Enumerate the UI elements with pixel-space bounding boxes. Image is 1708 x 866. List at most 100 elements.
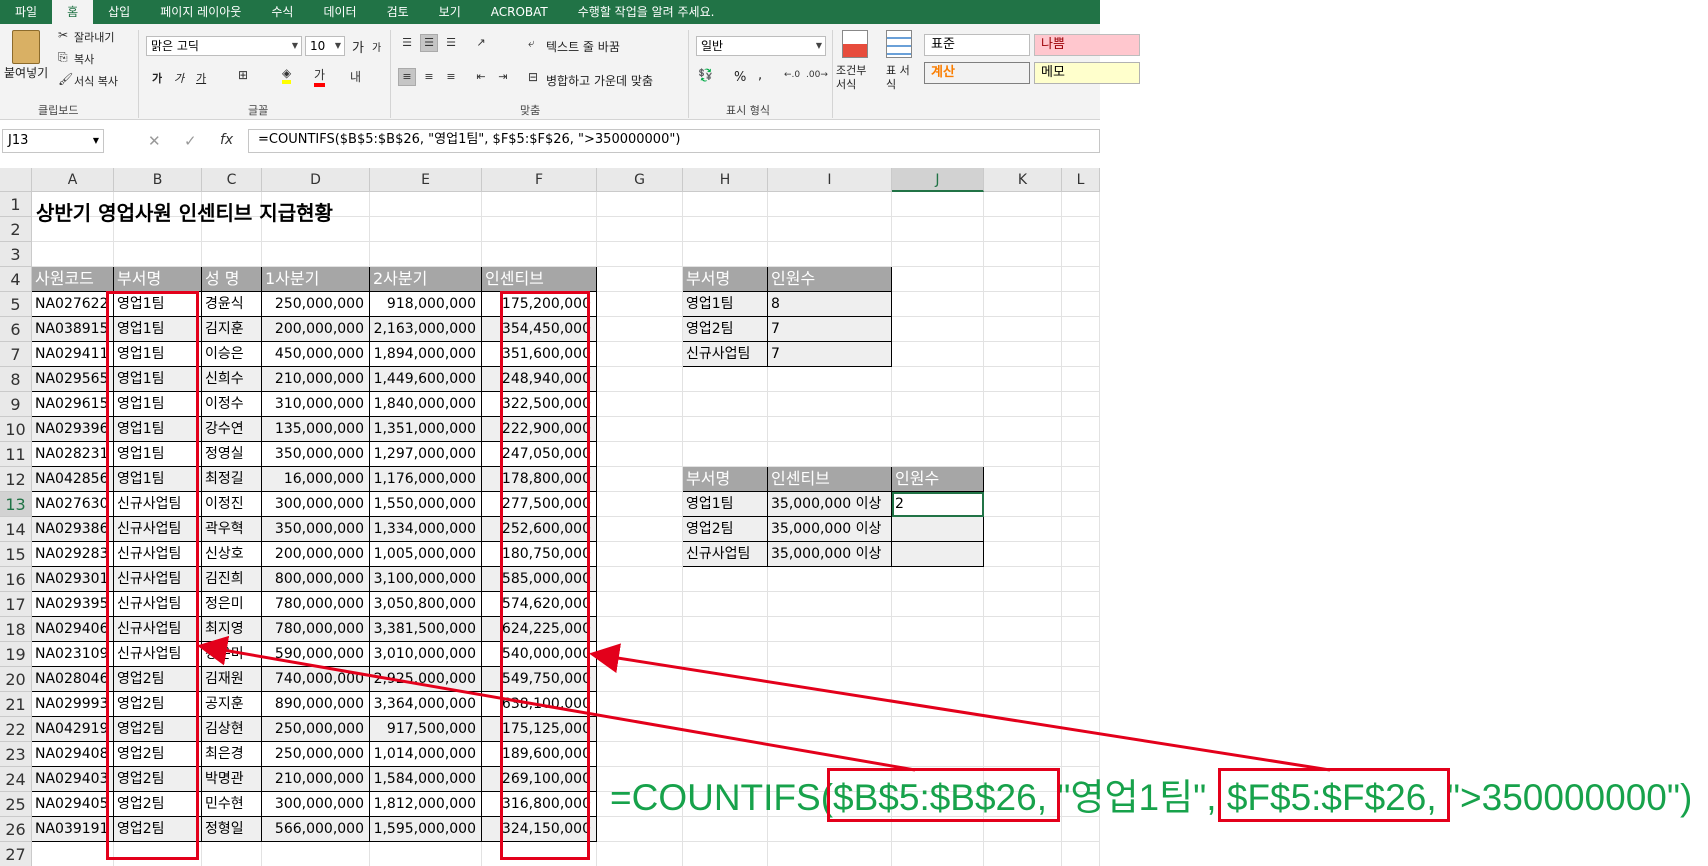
table-cell[interactable]: 310,000,000	[262, 392, 370, 417]
row-header-10[interactable]: 10	[0, 417, 32, 442]
row-header-13[interactable]: 13	[0, 492, 32, 517]
table-cell[interactable]: NA029565	[32, 367, 114, 392]
table-cell[interactable]: 이승은	[202, 342, 262, 367]
table-cell[interactable]: 250,000,000	[262, 292, 370, 317]
tab-7[interactable]: 보기	[424, 0, 476, 24]
paste-icon[interactable]	[12, 30, 40, 64]
row-header-14[interactable]: 14	[0, 517, 32, 542]
table-cell[interactable]: 1,351,000,000	[370, 417, 482, 442]
paste-button[interactable]: 붙여넣기	[4, 64, 48, 81]
summary2-header-cell[interactable]: 부서명	[683, 467, 768, 492]
table-cell[interactable]: 박명관	[202, 767, 262, 792]
table-cell[interactable]: NA029403	[32, 767, 114, 792]
summary2-cell[interactable]: 영업2팀	[683, 517, 768, 542]
table-cell[interactable]: 김상현	[202, 717, 262, 742]
table-cell[interactable]: 780,000,000	[262, 592, 370, 617]
table-cell[interactable]: 300,000,000	[262, 492, 370, 517]
table-cell[interactable]: 350,000,000	[262, 442, 370, 467]
table-cell[interactable]: 최지영	[202, 617, 262, 642]
insert-function-icon[interactable]: fx	[220, 132, 233, 148]
style-note[interactable]: 메모	[1034, 62, 1140, 84]
table-cell[interactable]: 800,000,000	[262, 567, 370, 592]
summary2-cell[interactable]: 35,000,000 이상	[768, 542, 892, 567]
row-header-4[interactable]: 4	[0, 267, 32, 292]
table-cell[interactable]: NA039191	[32, 817, 114, 842]
table-cell[interactable]: 정영실	[202, 442, 262, 467]
italic-button[interactable]: 가	[174, 70, 184, 86]
summary1-cell[interactable]: 신규사업팀	[683, 342, 768, 367]
fill-color-icon[interactable]: ◈	[282, 66, 292, 84]
row-header-23[interactable]: 23	[0, 742, 32, 767]
table-cell[interactable]: 민수현	[202, 792, 262, 817]
cancel-icon[interactable]: ✕	[148, 132, 161, 150]
merge-center-icon[interactable]: ⊟	[528, 70, 538, 84]
table-cell[interactable]: 김진희	[202, 567, 262, 592]
format-as-table-button[interactable]: 표 서식	[886, 64, 912, 92]
summary1-cell[interactable]: 7	[768, 317, 892, 342]
tab-4[interactable]: 수식	[256, 0, 308, 24]
table-cell[interactable]: 3,381,500,000	[370, 617, 482, 642]
table-cell[interactable]: 3,364,000,000	[370, 692, 482, 717]
font-size-combo[interactable]: 10 ▼	[305, 36, 345, 56]
active-cell-J13[interactable]: 2	[892, 492, 984, 517]
column-header-K[interactable]: K	[984, 168, 1062, 192]
table-cell[interactable]: 200,000,000	[262, 317, 370, 342]
table-header-cell[interactable]: 성 명	[202, 267, 262, 292]
row-header-7[interactable]: 7	[0, 342, 32, 367]
table-cell[interactable]: 200,000,000	[262, 542, 370, 567]
style-calculation[interactable]: 계산	[924, 62, 1030, 84]
align-right-icon[interactable]: ≡	[442, 68, 460, 86]
table-cell[interactable]: 890,000,000	[262, 692, 370, 717]
align-top-icon[interactable]: ☰	[398, 34, 416, 52]
table-cell[interactable]: 300,000,000	[262, 792, 370, 817]
table-cell[interactable]: 1,014,000,000	[370, 742, 482, 767]
borders-icon[interactable]: ⊞	[238, 68, 248, 82]
tab-8[interactable]: ACROBAT	[476, 0, 563, 24]
summary2-cell[interactable]: 35,000,000 이상	[768, 492, 892, 517]
summary2-header-cell[interactable]: 인원수	[892, 467, 984, 492]
name-box[interactable]: J13 ▼	[2, 129, 104, 153]
cut-button[interactable]: 잘라내기	[74, 29, 114, 45]
table-cell[interactable]: 1,297,000,000	[370, 442, 482, 467]
row-header-18[interactable]: 18	[0, 617, 32, 642]
decrease-indent-icon[interactable]: ⇤	[472, 68, 490, 86]
underline-button[interactable]: 가	[196, 70, 206, 86]
table-cell[interactable]: 16,000,000	[262, 467, 370, 492]
table-cell[interactable]: NA028231	[32, 442, 114, 467]
font-name-combo[interactable]: 맑은 고딕 ▼	[146, 36, 302, 56]
shrink-font-button[interactable]: 가	[372, 39, 381, 54]
table-header-cell[interactable]: 2사분기	[370, 267, 482, 292]
table-cell[interactable]: 3,010,000,000	[370, 642, 482, 667]
column-header-D[interactable]: D	[262, 168, 370, 192]
row-header-12[interactable]: 12	[0, 467, 32, 492]
table-cell[interactable]: 1,595,000,000	[370, 817, 482, 842]
summary1-cell[interactable]: 영업2팀	[683, 317, 768, 342]
table-cell[interactable]: NA029386	[32, 517, 114, 542]
table-cell[interactable]: NA029993	[32, 692, 114, 717]
table-cell[interactable]: 이정진	[202, 492, 262, 517]
table-cell[interactable]: 210,000,000	[262, 767, 370, 792]
row-header-20[interactable]: 20	[0, 667, 32, 692]
row-header-3[interactable]: 3	[0, 242, 32, 267]
table-cell[interactable]: 곽우혁	[202, 517, 262, 542]
summary2-cell[interactable]	[892, 542, 984, 567]
summary1-cell[interactable]: 7	[768, 342, 892, 367]
summary1-header-cell[interactable]: 인원수	[768, 267, 892, 292]
table-cell[interactable]: NA023109	[32, 642, 114, 667]
number-format-combo[interactable]: 일반 ▼	[696, 36, 826, 56]
align-middle-icon[interactable]: ☰	[420, 34, 438, 52]
table-cell[interactable]: 최정길	[202, 467, 262, 492]
align-center-icon[interactable]: ≡	[420, 68, 438, 86]
table-cell[interactable]: 경윤식	[202, 292, 262, 317]
row-header-9[interactable]: 9	[0, 392, 32, 417]
table-cell[interactable]: NA029411	[32, 342, 114, 367]
grow-font-button[interactable]: 가	[352, 37, 364, 56]
row-header-2[interactable]: 2	[0, 217, 32, 242]
format-as-table-icon[interactable]	[886, 30, 912, 58]
table-header-cell[interactable]: 인센티브	[482, 267, 597, 292]
summary1-header-cell[interactable]: 부서명	[683, 267, 768, 292]
merge-center-button[interactable]: 병합하고 가운데 맞춤	[546, 72, 653, 89]
row-header-5[interactable]: 5	[0, 292, 32, 317]
increase-indent-icon[interactable]: ⇥	[494, 68, 512, 86]
table-cell[interactable]: 1,334,000,000	[370, 517, 482, 542]
